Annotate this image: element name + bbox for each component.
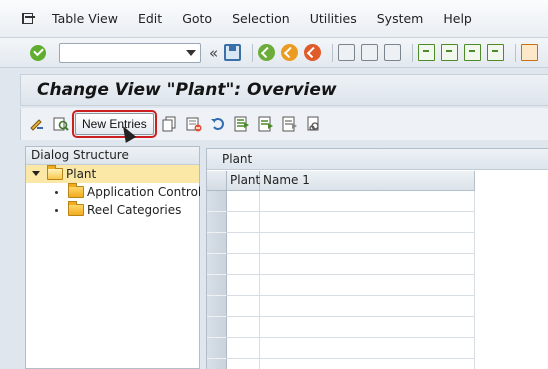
table-row <box>207 338 475 359</box>
new-entries-button[interactable]: New Entries <box>72 110 157 138</box>
enter-icon[interactable] <box>30 44 46 61</box>
command-field[interactable] <box>59 42 201 63</box>
deselect-all-icon[interactable] <box>282 116 298 132</box>
cell-name-1[interactable] <box>260 296 475 317</box>
table-row <box>207 275 475 296</box>
menu-exit-icon[interactable] <box>20 12 36 26</box>
cell-name-1[interactable] <box>260 317 475 338</box>
tree-item-plant[interactable]: Plant <box>26 165 199 183</box>
column-header-name-1[interactable]: Name 1 <box>260 171 475 191</box>
column-header-plant[interactable]: Plant <box>227 171 260 191</box>
cell-name-1[interactable] <box>260 233 475 254</box>
application-toolbar: New Entries <box>20 108 548 140</box>
cell-plant[interactable] <box>227 254 260 275</box>
menu-help[interactable]: Help <box>443 11 472 26</box>
table-row <box>207 233 475 254</box>
table-header-row: Plant Name 1 <box>207 171 475 191</box>
menu-edit[interactable]: Edit <box>138 11 162 26</box>
print-list-icon[interactable] <box>306 116 322 132</box>
table-row <box>207 317 475 338</box>
cell-name-1[interactable] <box>260 254 475 275</box>
cell-plant[interactable] <box>227 233 260 254</box>
tree-item-label: Reel Categories <box>87 203 182 217</box>
menu-goto[interactable]: Goto <box>182 11 212 26</box>
dialog-structure-header: Dialog Structure <box>26 147 199 165</box>
menu-utilities[interactable]: Utilities <box>310 11 357 26</box>
copy-as-icon[interactable] <box>162 116 178 132</box>
cancel-icon[interactable] <box>304 44 322 61</box>
menu-system[interactable]: System <box>377 11 424 26</box>
tree-item-application-control[interactable]: Application Control <box>26 183 202 201</box>
title-bar: Change View "Plant": Overview <box>20 74 548 106</box>
table-row <box>207 359 475 369</box>
dialog-structure-panel: Dialog Structure Plant Application Contr… <box>25 146 202 369</box>
back-icon[interactable] <box>258 44 276 61</box>
save-icon[interactable] <box>224 44 242 61</box>
first-page-icon[interactable] <box>418 44 436 61</box>
find-next-icon[interactable] <box>384 44 402 61</box>
row-selector[interactable] <box>207 191 227 212</box>
tree-item-reel-categories[interactable]: Reel Categories <box>26 201 199 219</box>
table-grid: Plant Name 1 <box>207 171 475 369</box>
folder-icon <box>68 201 84 216</box>
print-icon[interactable] <box>338 44 356 61</box>
collapse-icon[interactable]: « <box>209 44 218 62</box>
table-row <box>207 212 475 233</box>
standard-toolbar: « <box>0 38 548 68</box>
row-selector[interactable] <box>207 212 227 233</box>
cell-name-1[interactable] <box>260 191 475 212</box>
cell-plant[interactable] <box>227 296 260 317</box>
row-selector[interactable] <box>207 296 227 317</box>
cell-plant[interactable] <box>227 317 260 338</box>
last-page-icon[interactable] <box>487 44 505 61</box>
cell-name-1[interactable] <box>260 212 475 233</box>
table-row <box>207 254 475 275</box>
table-panel: Plant Plant Name 1 <box>206 148 548 369</box>
row-selector[interactable] <box>207 254 227 275</box>
bullet-icon <box>55 209 58 212</box>
cell-plant[interactable] <box>227 338 260 359</box>
select-all-rows-button[interactable] <box>207 171 227 191</box>
exit-icon[interactable] <box>281 44 299 61</box>
bullet-icon <box>55 191 58 194</box>
row-selector[interactable] <box>207 317 227 338</box>
expand-arrow-icon[interactable] <box>32 171 40 176</box>
page-title: Change View "Plant": Overview <box>37 80 337 100</box>
row-selector[interactable] <box>207 233 227 254</box>
display-change-icon[interactable] <box>29 116 45 132</box>
create-session-icon[interactable] <box>521 44 539 61</box>
tree-item-label: Plant <box>66 167 97 181</box>
select-block-icon[interactable] <box>258 116 274 132</box>
row-selector[interactable] <box>207 275 227 296</box>
find-icon[interactable] <box>361 44 379 61</box>
row-selector[interactable] <box>207 359 227 369</box>
cell-name-1[interactable] <box>260 359 475 369</box>
menu-bar: Table View Edit Goto Selection Utilities… <box>0 0 548 38</box>
open-folder-icon <box>47 165 63 180</box>
folder-icon <box>68 183 84 198</box>
cell-plant[interactable] <box>227 212 260 233</box>
next-page-icon[interactable] <box>464 44 482 61</box>
delete-icon[interactable] <box>186 116 202 132</box>
previous-page-icon[interactable] <box>441 44 459 61</box>
tree-item-label: Application Control <box>87 185 202 199</box>
cell-name-1[interactable] <box>260 338 475 359</box>
cell-plant[interactable] <box>227 275 260 296</box>
table-row <box>207 191 475 212</box>
menu-selection[interactable]: Selection <box>232 11 290 26</box>
select-all-icon[interactable] <box>234 116 250 132</box>
menu-table-view[interactable]: Table View <box>52 11 118 26</box>
cell-name-1[interactable] <box>260 275 475 296</box>
table-caption: Plant <box>207 149 548 170</box>
row-selector[interactable] <box>207 338 227 359</box>
cell-plant[interactable] <box>227 359 260 369</box>
undo-change-icon[interactable] <box>210 116 226 132</box>
command-input[interactable] <box>60 43 180 62</box>
table-body <box>207 191 475 369</box>
cell-plant[interactable] <box>227 191 260 212</box>
details-icon[interactable] <box>53 116 69 132</box>
table-row <box>207 296 475 317</box>
chevron-down-icon[interactable] <box>186 49 196 56</box>
